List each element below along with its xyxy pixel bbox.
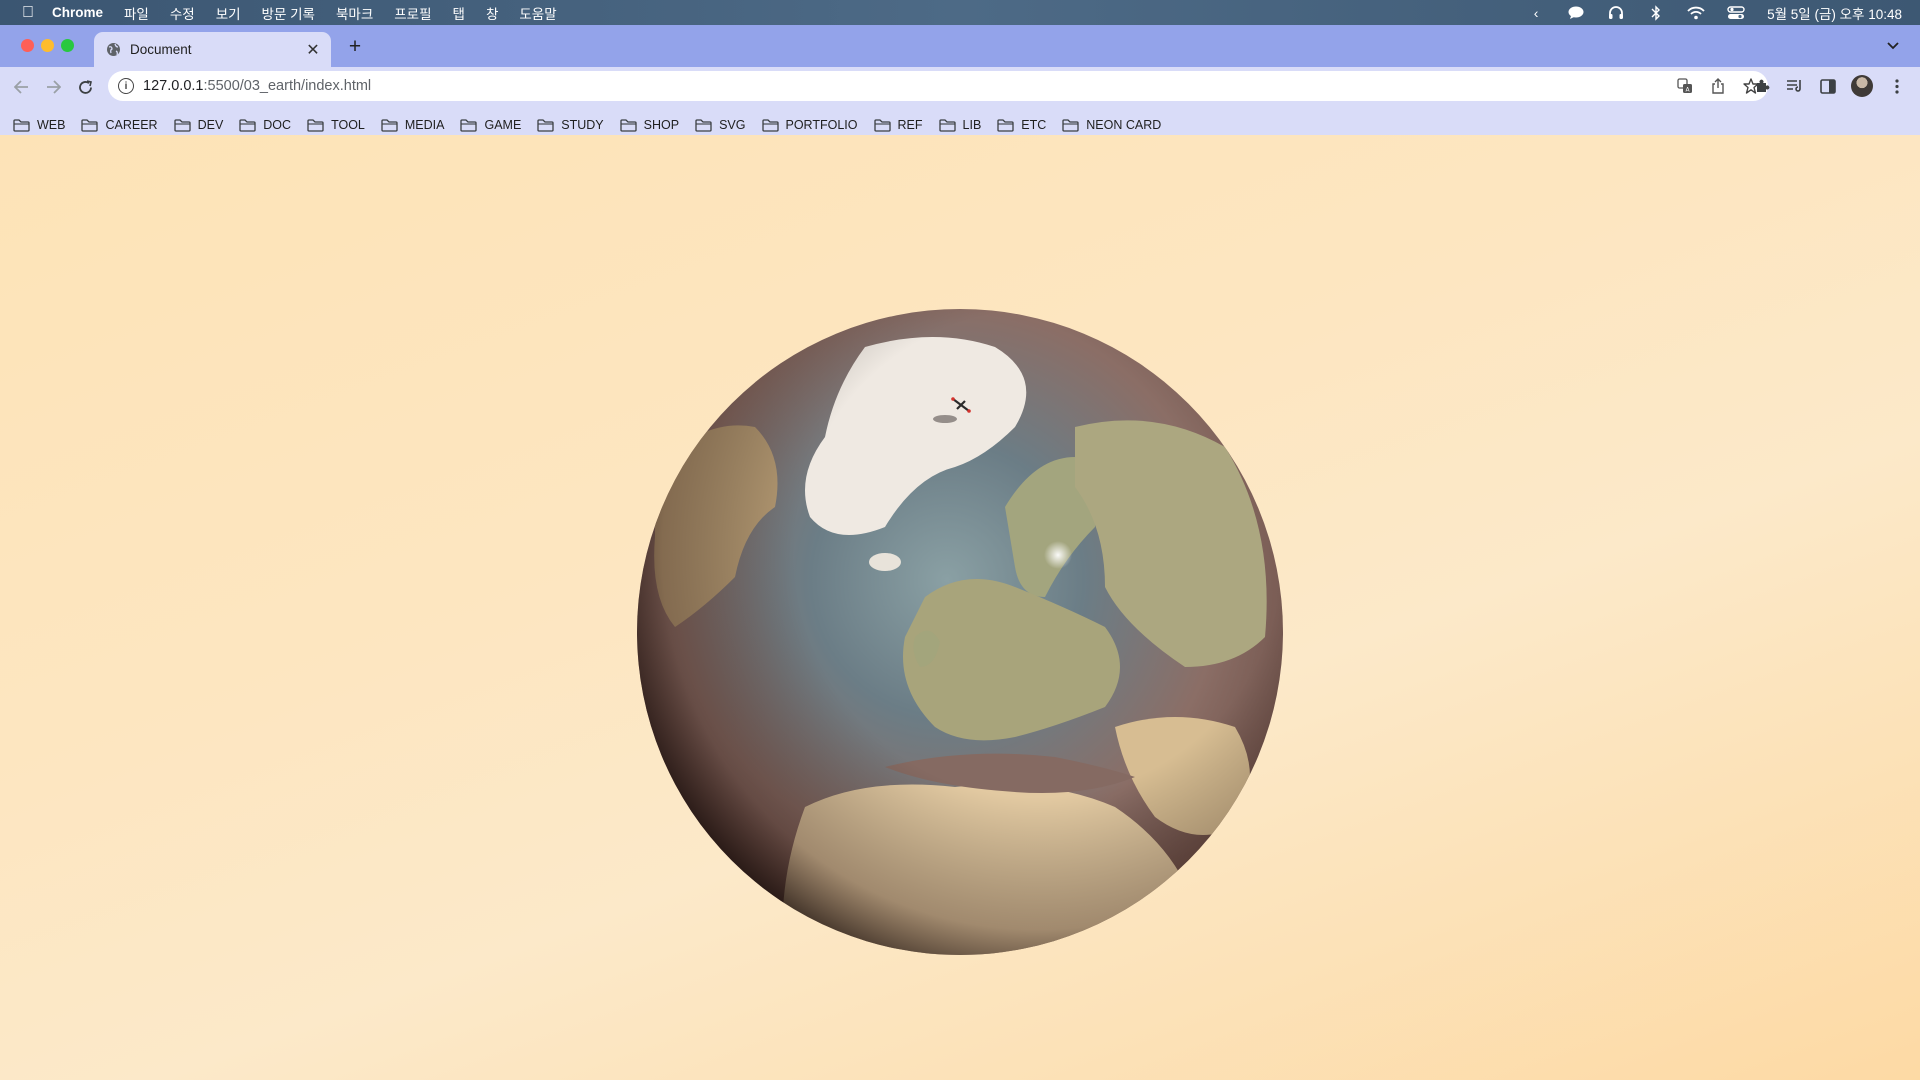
bookmark-label: PORTFOLIO [785,118,858,132]
bookmark-label: REF [897,118,923,132]
bookmark-folder-lib[interactable]: LIB [938,118,982,132]
new-tab-button[interactable]: + [344,35,366,58]
bookmark-folder-study[interactable]: STUDY [537,118,604,132]
bookmark-folder-ref[interactable]: REF [873,118,923,132]
bookmark-folder-career[interactable]: CAREER [81,118,158,132]
page-viewport[interactable] [0,135,1920,1080]
bookmark-folder-etc[interactable]: ETC [997,118,1046,132]
menu-view[interactable]: 보기 [216,3,241,23]
bookmark-folder-portfolio[interactable]: PORTFOLIO [761,118,858,132]
close-window-button[interactable] [21,39,34,52]
translate-icon[interactable]: A [1675,76,1694,95]
headphones-icon[interactable] [1607,4,1625,22]
bookmark-label: ETC [1021,118,1047,132]
bookmark-folder-neon-card[interactable]: NEON CARD [1062,118,1161,132]
folder-icon [239,118,256,132]
bluetooth-icon[interactable] [1647,4,1665,22]
menu-window[interactable]: 창 [486,3,498,23]
bookmark-label: SHOP [643,118,680,132]
bookmark-folder-web[interactable]: WEB [13,118,65,132]
profile-avatar[interactable] [1851,75,1873,97]
bookmark-label: LIB [962,118,982,132]
bookmark-label: STUDY [561,118,604,132]
tab-strip: Document ✕ + [0,25,1920,67]
bookmark-folder-tool[interactable]: TOOL [307,118,365,132]
reload-icon[interactable] [74,76,96,98]
bookmark-folder-shop[interactable]: SHOP [620,118,679,132]
browser-window: Document ✕ + i 127.0.0.1:5500/03_earth/i… [0,25,1920,1080]
bookmark-label: CAREER [105,118,158,132]
bookmark-label: GAME [484,118,522,132]
bookmark-folder-media[interactable]: MEDIA [381,118,445,132]
bookmark-folder-game[interactable]: GAME [460,118,521,132]
apple-menu-icon[interactable]:  [18,4,38,22]
url-host: 127.0.0.1 [143,78,204,94]
menubar-clock[interactable]: 5월 5일 (금) 오후 10:48 [1767,3,1902,23]
earth-globe[interactable] [635,307,1285,957]
bookmark-folder-dev[interactable]: DEV [173,118,224,132]
bookmark-folder-doc[interactable]: DOC [239,118,291,132]
address-bar[interactable]: i 127.0.0.1:5500/03_earth/index.html A [108,71,1768,101]
share-icon[interactable] [1708,76,1727,95]
bookmark-label: DEV [197,118,224,132]
bookmark-label: TOOL [331,118,365,132]
tab-title: Document [130,42,192,57]
tab-document[interactable]: Document ✕ [94,32,331,67]
folder-icon [173,118,191,132]
back-arrow-icon[interactable] [10,76,32,98]
folder-icon [620,118,637,132]
menu-history[interactable]: 방문 기록 [262,3,315,23]
macos-menu-bar:  Chrome 파일 수정 보기 방문 기록 북마크 프로필 탭 창 도움말 … [0,0,1920,25]
menu-file[interactable]: 파일 [124,3,149,23]
bookmark-label: MEDIA [404,118,445,132]
folder-icon [381,118,398,132]
menu-bookmarks[interactable]: 북마크 [336,3,373,23]
bookmark-label: NEON CARD [1086,118,1162,132]
extensions-puzzle-icon[interactable] [1752,77,1771,96]
chevron-left-icon[interactable]: ‹ [1527,4,1545,22]
folder-icon [307,118,324,132]
site-info-icon[interactable]: i [118,78,134,94]
bookmark-label: WEB [37,118,66,132]
menu-edit[interactable]: 수정 [170,3,195,23]
bookmark-label: SVG [719,118,746,132]
tab-search-chevron-icon[interactable] [1884,37,1902,55]
fullscreen-window-button[interactable] [61,39,74,52]
folder-icon [81,118,99,132]
url-path: :5500/03_earth/index.html [203,78,372,94]
menu-tab[interactable]: 탭 [453,3,465,23]
bookmark-label: DOC [263,118,292,132]
minimize-window-button[interactable] [41,39,54,52]
folder-icon [1062,118,1079,132]
folder-icon [761,118,779,132]
folder-icon [460,118,478,132]
folder-icon [873,118,891,132]
wifi-icon[interactable] [1687,4,1705,22]
side-panel-icon[interactable] [1818,77,1837,96]
folder-icon [695,118,712,132]
messages-icon[interactable] [1567,4,1585,22]
menu-app-chrome[interactable]: Chrome [52,5,103,20]
reading-list-icon[interactable] [1785,77,1804,96]
menu-help[interactable]: 도움말 [519,3,556,23]
bookmark-folder-svg[interactable]: SVG [695,118,746,132]
folder-icon [13,118,30,132]
folder-icon [537,118,554,132]
close-tab-icon[interactable]: ✕ [303,40,323,60]
control-center-icon[interactable] [1727,4,1745,22]
folder-icon [997,118,1014,132]
menu-profiles[interactable]: 프로필 [394,3,431,23]
forward-arrow-icon[interactable] [42,76,64,98]
folder-icon [938,118,956,132]
more-menu-icon[interactable] [1887,77,1906,96]
globe-favicon-icon [106,42,121,57]
